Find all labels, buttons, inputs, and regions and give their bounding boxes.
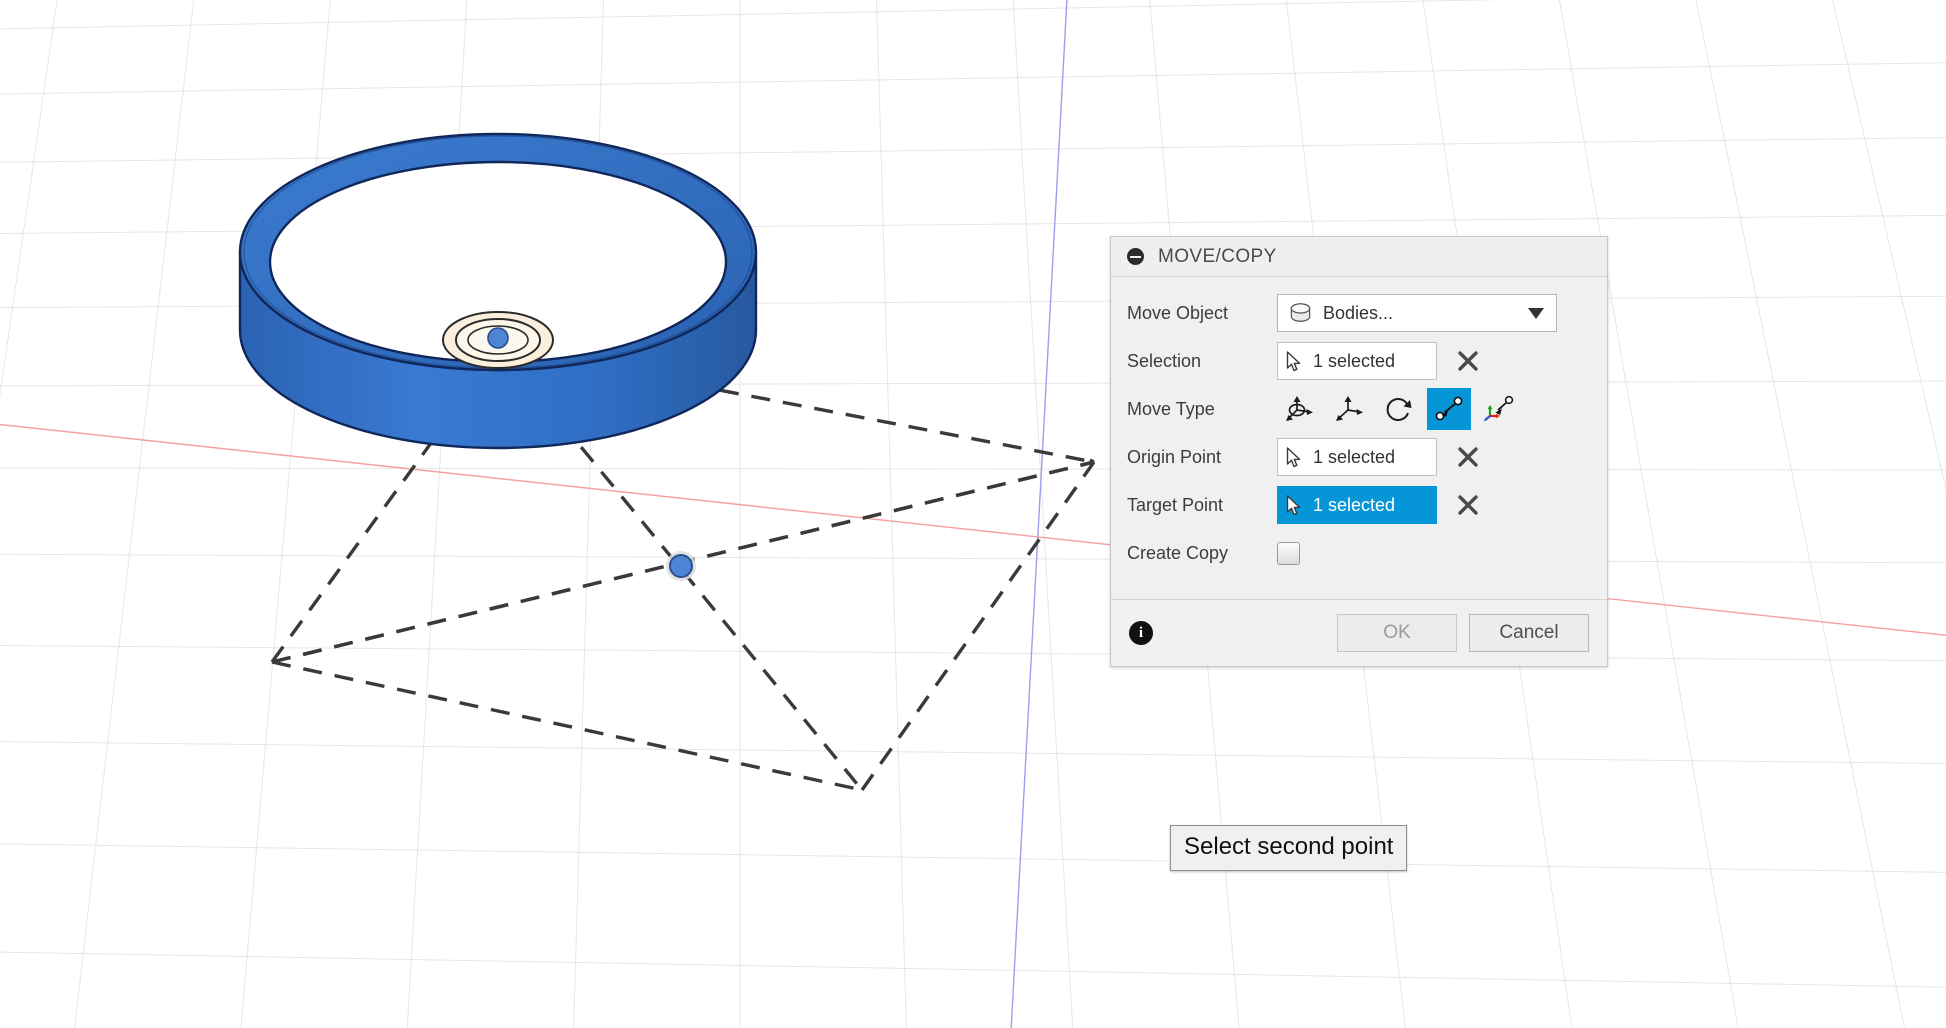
- status-tooltip: Select second point: [1170, 825, 1407, 871]
- target-point-marker[interactable]: [666, 551, 696, 581]
- move-object-label: Move Object: [1127, 303, 1277, 324]
- selection-value: 1 selected: [1313, 351, 1395, 372]
- point-to-point-icon: [1433, 394, 1465, 424]
- y-axis-line: [1010, 0, 1068, 1028]
- cursor-arrow-icon: [1286, 351, 1303, 372]
- dialog-titlebar[interactable]: MOVE/COPY: [1111, 237, 1607, 277]
- row-selection: Selection 1 selected: [1111, 337, 1607, 385]
- move-type-point-to-position-button[interactable]: [1477, 388, 1521, 430]
- cursor-arrow-icon: [1286, 447, 1303, 468]
- axis-lines: [0, 0, 1946, 1028]
- origin-point-label: Origin Point: [1127, 447, 1277, 468]
- cancel-button[interactable]: Cancel: [1469, 614, 1589, 652]
- close-x-icon[interactable]: [1455, 444, 1481, 470]
- ring-body[interactable]: [240, 134, 756, 448]
- info-icon[interactable]: i: [1129, 621, 1153, 645]
- target-point-field[interactable]: 1 selected: [1277, 486, 1437, 524]
- create-copy-checkbox[interactable]: [1277, 542, 1300, 565]
- close-x-icon[interactable]: [1455, 348, 1481, 374]
- dialog-title: MOVE/COPY: [1158, 246, 1277, 268]
- chevron-down-icon[interactable]: [1528, 308, 1544, 319]
- x-axis-line: [0, 418, 1946, 640]
- create-copy-label: Create Copy: [1127, 543, 1277, 564]
- perspective-grid: [0, 0, 1946, 1028]
- origin-point-value: 1 selected: [1313, 447, 1395, 468]
- cursor-arrow-icon: [1286, 495, 1303, 516]
- move-type-free-move-button[interactable]: [1277, 388, 1321, 430]
- rotate-icon: [1383, 394, 1415, 424]
- move-type-button-group[interactable]: [1277, 388, 1521, 430]
- point-to-position-icon: [1481, 394, 1517, 424]
- move-type-point-to-point-button[interactable]: [1427, 388, 1471, 430]
- move-type-label: Move Type: [1127, 399, 1277, 420]
- body-cylinder-icon: [1288, 302, 1313, 324]
- origin-point-marker[interactable]: [443, 312, 553, 368]
- move-object-value: Bodies...: [1323, 303, 1528, 324]
- target-point-value: 1 selected: [1313, 495, 1395, 516]
- free-move-icon: [1283, 394, 1315, 424]
- selection-label: Selection: [1127, 351, 1277, 372]
- viewport-scene: [0, 0, 1946, 1028]
- ok-button[interactable]: OK: [1337, 614, 1457, 652]
- translate-icon: [1333, 394, 1365, 424]
- row-move-type: Move Type: [1111, 385, 1607, 433]
- target-point-label: Target Point: [1127, 495, 1277, 516]
- selection-field[interactable]: 1 selected: [1277, 342, 1437, 380]
- row-move-object: Move Object Bodies...: [1111, 289, 1607, 337]
- move-type-rotate-button[interactable]: [1377, 388, 1421, 430]
- row-create-copy: Create Copy: [1111, 529, 1607, 577]
- minus-circle-icon[interactable]: [1127, 248, 1144, 265]
- row-origin-point: Origin Point 1 selected: [1111, 433, 1607, 481]
- origin-point-field[interactable]: 1 selected: [1277, 438, 1437, 476]
- close-x-icon[interactable]: [1455, 492, 1481, 518]
- dialog-footer: i OK Cancel: [1111, 600, 1607, 666]
- move-object-dropdown[interactable]: Bodies...: [1277, 294, 1557, 332]
- row-target-point: Target Point 1 selected: [1111, 481, 1607, 529]
- dialog-body: Move Object Bodies... Selection: [1111, 277, 1607, 600]
- move-type-translate-button[interactable]: [1327, 388, 1371, 430]
- viewport-canvas[interactable]: [0, 0, 1946, 1028]
- move-copy-dialog[interactable]: MOVE/COPY Move Object Bodies... Selectio: [1110, 236, 1608, 667]
